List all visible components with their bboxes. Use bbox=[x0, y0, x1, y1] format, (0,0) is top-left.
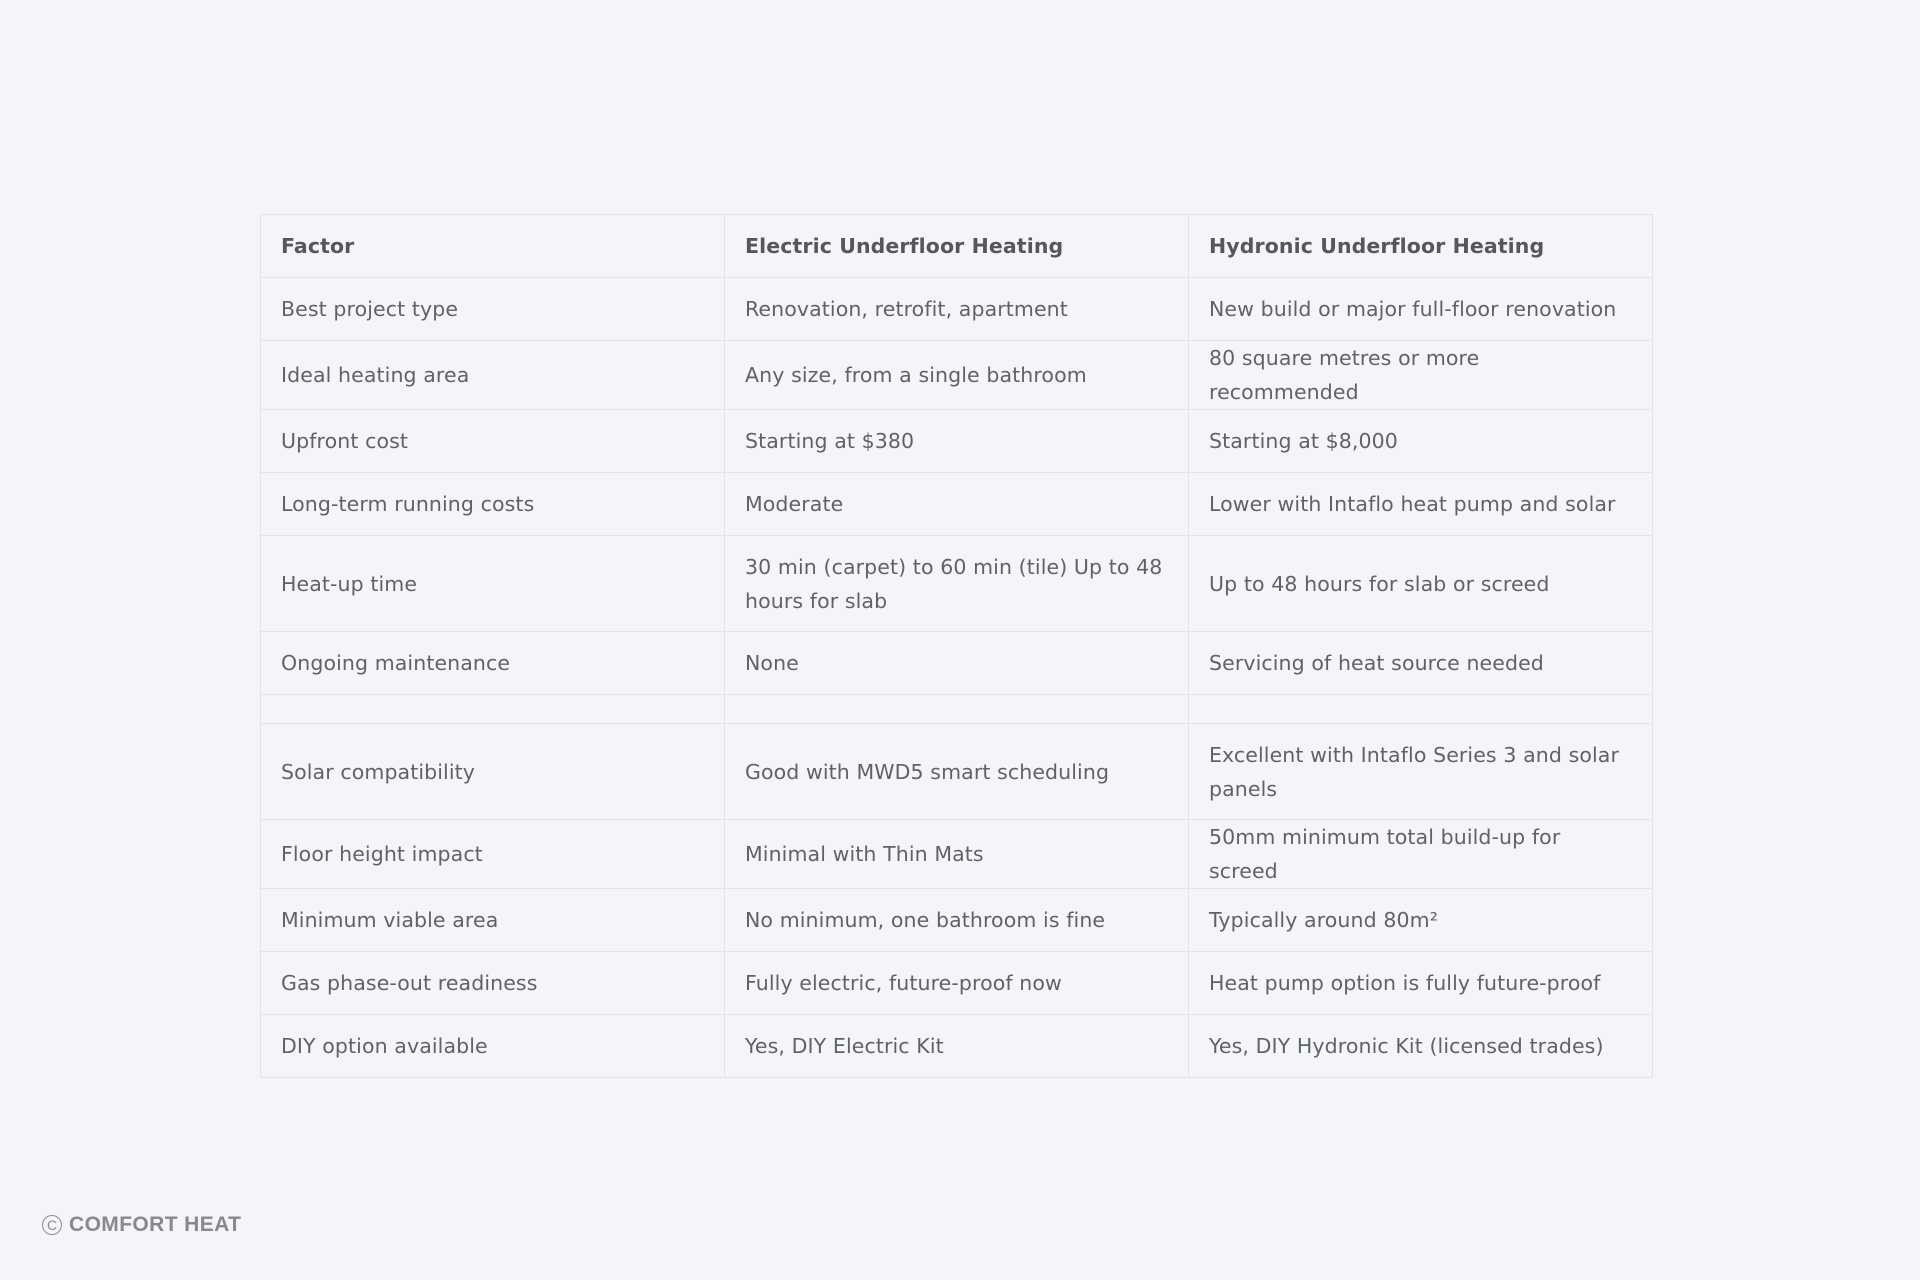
table-row: Ideal heating area Any size, from a sing… bbox=[260, 340, 1653, 410]
row-electric-cell: Fully electric, future-proof now bbox=[724, 951, 1189, 1015]
header-hydronic: Hydronic Underfloor Heating bbox=[1188, 214, 1653, 278]
row-factor-cell bbox=[260, 694, 725, 724]
row-hydronic-cell: New build or major full-floor renovation bbox=[1188, 277, 1653, 341]
row-factor-cell: Ideal heating area bbox=[260, 340, 725, 410]
row-factor-cell: Upfront cost bbox=[260, 409, 725, 473]
row-hydronic-cell: 80 square metres or more recommended bbox=[1188, 340, 1653, 410]
row-hydronic-cell bbox=[1188, 694, 1653, 724]
table-row: DIY option available Yes, DIY Electric K… bbox=[260, 1014, 1653, 1078]
table-row-empty bbox=[260, 694, 1653, 724]
row-electric-cell: Yes, DIY Electric Kit bbox=[724, 1014, 1189, 1078]
row-factor-cell: Long-term running costs bbox=[260, 472, 725, 536]
header-factor: Factor bbox=[260, 214, 725, 278]
table-row: Floor height impact Minimal with Thin Ma… bbox=[260, 819, 1653, 889]
table-row: Solar compatibility Good with MWD5 smart… bbox=[260, 723, 1653, 820]
row-factor-cell: Solar compatibility bbox=[260, 723, 725, 820]
row-hydronic-cell: Typically around 80m² bbox=[1188, 888, 1653, 952]
row-factor-cell: Best project type bbox=[260, 277, 725, 341]
row-hydronic-cell: Heat pump option is fully future-proof bbox=[1188, 951, 1653, 1015]
row-hydronic-cell: Starting at $8,000 bbox=[1188, 409, 1653, 473]
comparison-table: Factor Electric Underfloor Heating Hydro… bbox=[260, 214, 1653, 1078]
row-electric-cell: Moderate bbox=[724, 472, 1189, 536]
row-electric-cell: Good with MWD5 smart scheduling bbox=[724, 723, 1189, 820]
row-electric-cell: Renovation, retrofit, apartment bbox=[724, 277, 1189, 341]
row-hydronic-cell: Up to 48 hours for slab or screed bbox=[1188, 535, 1653, 632]
row-factor-cell: Floor height impact bbox=[260, 819, 725, 889]
row-hydronic-cell: Excellent with Intaflo Series 3 and sola… bbox=[1188, 723, 1653, 820]
row-hydronic-cell: Yes, DIY Hydronic Kit (licensed trades) bbox=[1188, 1014, 1653, 1078]
row-hydronic-cell: 50mm minimum total build-up for screed bbox=[1188, 819, 1653, 889]
row-electric-cell: Any size, from a single bathroom bbox=[724, 340, 1189, 410]
table-row: Best project type Renovation, retrofit, … bbox=[260, 277, 1653, 341]
row-hydronic-cell: Servicing of heat source needed bbox=[1188, 631, 1653, 695]
row-factor-cell: Gas phase-out readiness bbox=[260, 951, 725, 1015]
row-factor-cell: Heat-up time bbox=[260, 535, 725, 632]
table-row: Heat-up time 30 min (carpet) to 60 min (… bbox=[260, 535, 1653, 632]
table-row: Ongoing maintenance None Servicing of he… bbox=[260, 631, 1653, 695]
row-electric-cell bbox=[724, 694, 1189, 724]
comparison-table-container: Factor Electric Underfloor Heating Hydro… bbox=[260, 214, 1653, 1078]
row-factor-cell: DIY option available bbox=[260, 1014, 725, 1078]
row-electric-cell: None bbox=[724, 631, 1189, 695]
row-factor-cell: Ongoing maintenance bbox=[260, 631, 725, 695]
table-row: Upfront cost Starting at $380 Starting a… bbox=[260, 409, 1653, 473]
row-electric-cell: Minimal with Thin Mats bbox=[724, 819, 1189, 889]
copyright-icon: C bbox=[42, 1215, 62, 1235]
table-row: Gas phase-out readiness Fully electric, … bbox=[260, 951, 1653, 1015]
row-electric-cell: 30 min (carpet) to 60 min (tile) Up to 4… bbox=[724, 535, 1189, 632]
row-electric-cell: No minimum, one bathroom is fine bbox=[724, 888, 1189, 952]
row-hydronic-cell: Lower with Intaflo heat pump and solar bbox=[1188, 472, 1653, 536]
row-electric-cell: Starting at $380 bbox=[724, 409, 1189, 473]
table-header-row: Factor Electric Underfloor Heating Hydro… bbox=[260, 214, 1653, 278]
header-electric: Electric Underfloor Heating bbox=[724, 214, 1189, 278]
brand-name: COMFORT HEAT bbox=[69, 1213, 242, 1236]
row-factor-cell: Minimum viable area bbox=[260, 888, 725, 952]
brand-logo: C COMFORT HEAT bbox=[42, 1213, 241, 1237]
table-row: Minimum viable area No minimum, one bath… bbox=[260, 888, 1653, 952]
table-row: Long-term running costs Moderate Lower w… bbox=[260, 472, 1653, 536]
